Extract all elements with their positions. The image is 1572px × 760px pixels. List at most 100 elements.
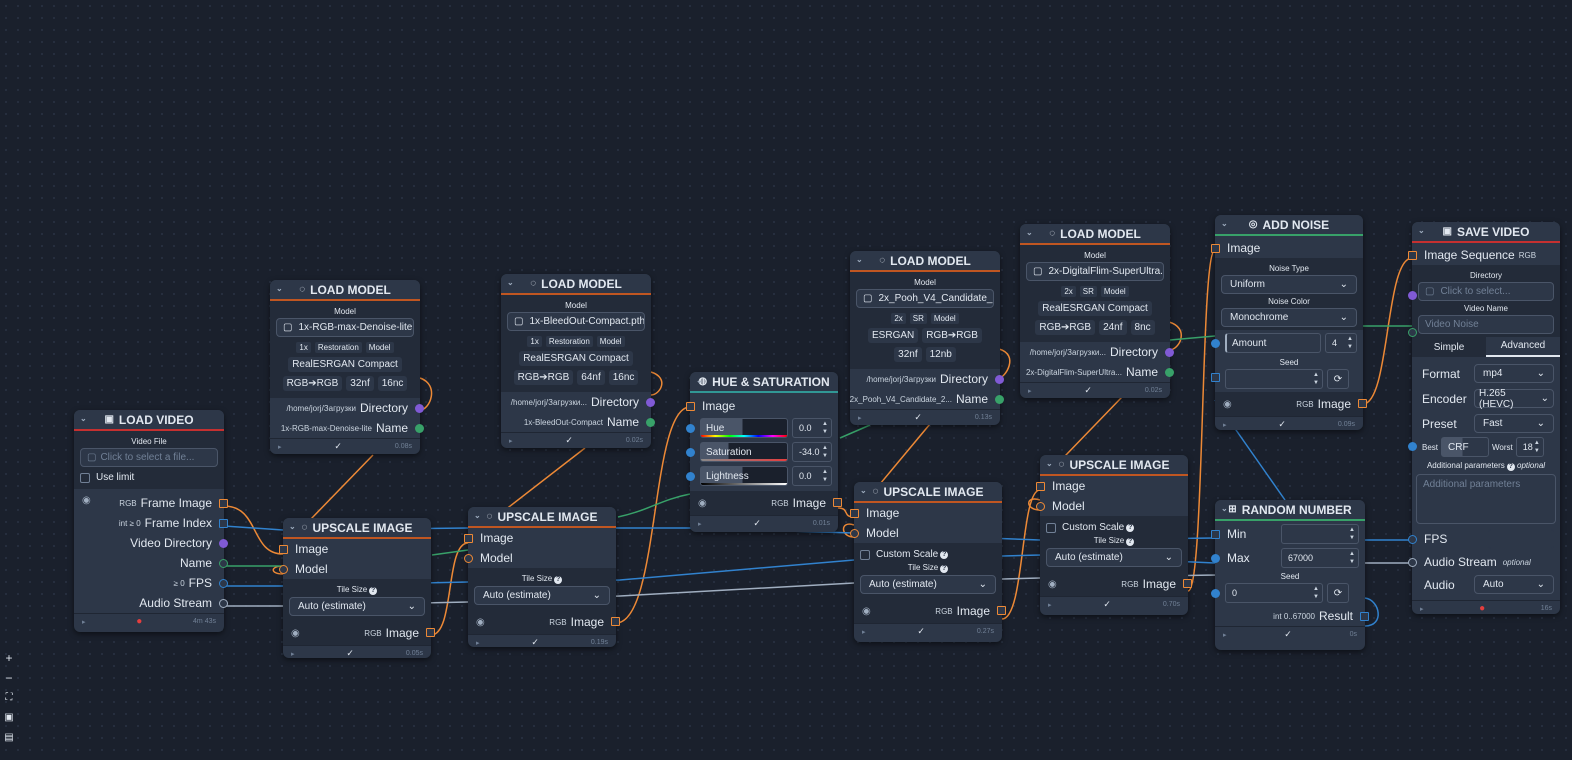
random-number-node[interactable]: ⌄ ⊞ RANDOM NUMBER Min ▲ ▼ Max 67000 ▲ ▼ Seed 0 ▲… [1211,500,1369,650]
crf-slider[interactable]: CRF [1441,437,1490,457]
play-icon[interactable]: ▸ [291,650,295,658]
input-socket[interactable] [1211,554,1220,563]
amount-value[interactable]: 4 ▲ ▼ [1325,333,1357,353]
seed-input[interactable]: ▲ ▼ [1225,369,1323,389]
input-socket[interactable] [686,472,695,481]
output-socket[interactable] [219,519,228,528]
output-socket[interactable] [219,599,228,608]
play-icon[interactable]: ▸ [509,437,513,445]
help-icon[interactable]: ? [1506,463,1515,471]
tab-simple[interactable]: Simple [1412,342,1486,353]
node-header[interactable]: ⌄ ◌ LOAD MODEL [850,251,1000,272]
encoder-dropdown[interactable]: H.265 (HEVC) ⌄ [1474,388,1554,410]
help-icon[interactable]: ? [940,565,949,573]
stepper-icon[interactable]: ▲ ▼ [1313,585,1319,601]
chevron-down-icon[interactable]: ⌄ [474,511,481,520]
stepper-icon[interactable]: ▲ ▼ [1349,550,1355,566]
chevron-down-icon[interactable]: ⌄ [507,278,514,287]
play-icon[interactable]: ▸ [858,414,862,422]
node-header[interactable]: ⌄ ◌ UPSCALE IMAGE [468,507,616,528]
model-file-picker[interactable]: ▢ 2x-DigitalFlim-SuperUltra... [1026,262,1164,281]
output-socket[interactable] [426,628,435,637]
play-icon[interactable]: ▸ [1028,387,1032,395]
upscale-image-node[interactable]: ⌄ ◌ UPSCALE IMAGE Image Model Tile Size? A… [464,507,620,647]
tile-size-dropdown[interactable]: Auto (estimate) ⌄ [860,575,996,594]
export-icon[interactable]: ▤ [0,728,18,748]
play-icon[interactable]: ▸ [476,639,480,647]
output-socket[interactable] [995,375,1004,384]
output-socket[interactable] [219,579,228,588]
tile-size-dropdown[interactable]: Auto (estimate) ⌄ [1046,548,1182,567]
zoom-out-icon[interactable]: − [0,668,18,688]
additional-params-input[interactable]: Additional parameters [1416,474,1556,524]
stepper-icon[interactable]: ▲ ▼ [1349,526,1355,542]
input-socket[interactable] [1211,373,1220,382]
zoom-in-icon[interactable]: + [0,648,18,668]
max-input[interactable]: 67000 ▲ ▼ [1281,548,1359,568]
output-socket[interactable] [1360,612,1369,621]
format-dropdown[interactable]: mp4 ⌄ [1474,364,1554,383]
fps-input[interactable] [1488,529,1554,549]
eye-icon[interactable]: ◉ [698,498,707,509]
play-icon[interactable]: ▸ [1048,601,1052,609]
directory-picker[interactable]: ▢ Click to select... [1418,282,1554,301]
input-socket[interactable] [1211,589,1220,598]
tab-advanced[interactable]: Advanced [1486,337,1560,357]
eye-icon[interactable]: ◉ [1223,399,1232,410]
randomize-button[interactable]: ⟳ [1327,583,1349,603]
output-socket[interactable] [646,398,655,407]
load-model-node[interactable]: ⌄ ◌ LOAD MODEL Model ▢ 2x_Pooh_V4_Candidate… [850,251,1004,425]
stepper-icon[interactable]: ▲ ▼ [1347,335,1353,351]
input-socket[interactable] [1408,291,1417,300]
input-socket[interactable] [1036,502,1045,511]
use-limit-checkbox[interactable] [80,472,90,483]
help-icon[interactable]: ? [554,576,563,584]
load-video-node[interactable]: ⌄ ▣ LOAD VIDEO Video File ▢ Click to select… [74,410,228,632]
model-file-picker[interactable]: ▢ 1x-RGB-max-Denoise-lite.... [276,318,414,337]
input-socket[interactable] [686,424,695,433]
fit-view-icon[interactable]: ⛶ [0,688,18,708]
chevron-down-icon[interactable]: ⌄ [1221,219,1228,228]
output-socket[interactable] [1183,579,1192,588]
tile-size-dropdown[interactable]: Auto (estimate) ⌄ [289,597,425,616]
add-noise-node[interactable]: ⌄ ◎ ADD NOISE Image Noise Type Uniform ⌄ No… [1211,215,1367,430]
output-socket[interactable] [646,418,655,427]
input-socket[interactable] [279,565,288,574]
video-file-picker[interactable]: ▢ Click to select a file... [80,448,218,467]
input-socket[interactable] [850,529,859,538]
model-file-picker[interactable]: ▢ 2x_Pooh_V4_Candidate_2... [856,289,994,308]
input-socket[interactable] [1408,251,1417,260]
output-socket[interactable] [997,606,1006,615]
preset-dropdown[interactable]: Fast ⌄ [1474,414,1554,433]
chevron-down-icon[interactable]: ⌄ [1418,226,1425,235]
noise-type-dropdown[interactable]: Uniform ⌄ [1221,275,1357,294]
help-icon[interactable]: ? [940,550,949,559]
output-socket[interactable] [1165,348,1174,357]
custom-scale-checkbox[interactable] [1046,522,1056,533]
input-socket[interactable] [686,402,695,411]
hue-value[interactable]: 0.0 ▲ ▼ [792,418,832,438]
chevron-down-icon[interactable]: ⌄ [1026,228,1033,237]
input-socket[interactable] [1211,339,1220,348]
chevron-down-icon[interactable]: ⌄ [860,486,867,495]
eye-icon[interactable]: ◉ [476,617,485,628]
hue-slider[interactable]: Hue [700,418,788,438]
eye-icon[interactable]: ◉ [862,606,871,617]
output-socket[interactable] [219,539,228,548]
input-socket[interactable] [279,545,288,554]
audio-dropdown[interactable]: Auto ⌄ [1474,575,1554,594]
upscale-image-node[interactable]: ⌄ ◌ UPSCALE IMAGE Image Model Custom Scale… [850,482,1006,642]
input-socket[interactable] [464,554,473,563]
save-video-node[interactable]: ⌄ ▣ SAVE VIDEO Image Sequence RGB Directory… [1408,222,1560,614]
saturation-slider[interactable]: Saturation [700,442,788,462]
input-socket[interactable] [850,509,859,518]
node-header[interactable]: ⌄ ◌ LOAD MODEL [1020,224,1170,245]
eye-icon[interactable]: ◉ [291,628,300,639]
chevron-down-icon[interactable]: ⌄ [276,284,283,293]
stepper-icon[interactable]: ▲ ▼ [822,420,828,436]
randomize-button[interactable]: ⟳ [1327,369,1349,389]
chevron-down-icon[interactable]: ⌄ [80,414,87,423]
model-file-picker[interactable]: ▢ 1x-BleedOut-Compact.pth [507,312,645,331]
load-model-node[interactable]: ⌄ ◌ LOAD MODEL Model ▢ 1x-RGB-max-Denoise-l… [270,280,424,454]
stepper-icon[interactable]: ▲ ▼ [822,444,828,460]
